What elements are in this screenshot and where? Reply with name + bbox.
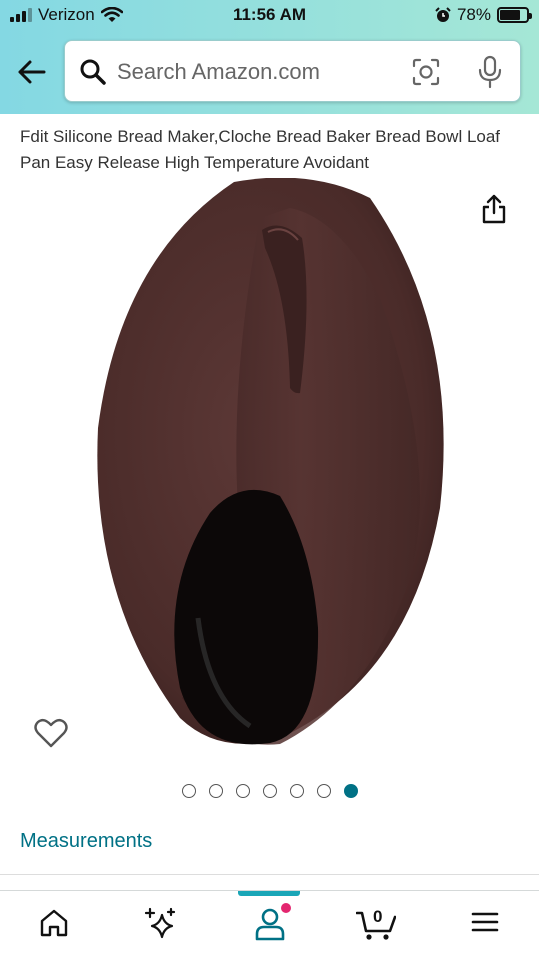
- nav-home[interactable]: [24, 891, 84, 960]
- search-input[interactable]: [117, 53, 397, 91]
- notification-dot: [281, 903, 291, 913]
- battery-icon: [497, 7, 532, 23]
- battery-percent: 78%: [456, 5, 491, 24]
- measurements-link[interactable]: Measurements: [20, 830, 152, 853]
- carousel-dot[interactable]: [262, 784, 277, 798]
- search-bar[interactable]: [64, 40, 521, 102]
- carousel-dot[interactable]: [208, 784, 223, 798]
- search-icon: [80, 59, 106, 85]
- carousel-dot[interactable]: [235, 784, 250, 798]
- home-icon: [40, 909, 68, 937]
- status-bar: Verizon 11:56 AM 78%: [0, 0, 539, 30]
- heart-icon[interactable]: [34, 717, 68, 749]
- sparkle-icon: [144, 907, 176, 939]
- carousel-dot[interactable]: [289, 784, 304, 798]
- camera-search-icon[interactable]: [411, 57, 441, 87]
- back-arrow-icon[interactable]: [14, 56, 50, 88]
- product-image[interactable]: [80, 178, 460, 756]
- nav-ai-assistant[interactable]: [130, 891, 190, 960]
- carousel-dot[interactable]: [316, 784, 331, 798]
- cart-count: 0: [373, 907, 383, 926]
- carousel-dot[interactable]: [181, 784, 196, 798]
- header: Verizon 11:56 AM 78%: [0, 0, 539, 114]
- status-right: 78%: [435, 5, 532, 25]
- menu-icon: [471, 912, 499, 932]
- product-title: Fdit Silicone Bread Maker,Cloche Bread B…: [20, 127, 501, 172]
- nav-account[interactable]: [240, 891, 300, 960]
- share-icon[interactable]: [480, 193, 508, 225]
- divider: [0, 874, 539, 875]
- carousel-dot[interactable]: [343, 784, 358, 798]
- nav-menu[interactable]: [456, 891, 516, 960]
- bottom-nav: [0, 890, 539, 960]
- microphone-icon[interactable]: [477, 55, 503, 89]
- carousel-dots: [0, 784, 539, 798]
- account-icon: [255, 908, 285, 941]
- alarm-icon: [435, 7, 451, 22]
